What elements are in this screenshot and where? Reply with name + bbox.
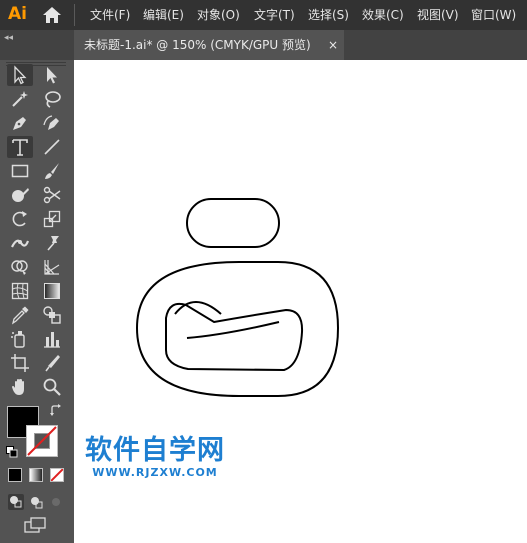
gradient-mode-button[interactable]	[29, 468, 43, 482]
draw-behind-icon	[31, 497, 43, 509]
draw-inside-button[interactable]	[48, 494, 64, 510]
scissors-tool-icon[interactable]	[39, 184, 65, 206]
selection-tool-icon[interactable]	[7, 64, 33, 86]
paintbrush-tool-icon[interactable]	[39, 160, 65, 182]
document-tab[interactable]: 未标题-1.ai* @ 150% (CMYK/GPU 预览) ×	[74, 30, 344, 60]
hand-tool-icon[interactable]	[7, 376, 33, 398]
menu-window[interactable]: 窗口(W)	[471, 0, 516, 30]
screen-mode-icon	[24, 517, 46, 533]
perspective-grid-tool-icon[interactable]	[39, 256, 65, 278]
magic-wand-tool-icon[interactable]	[7, 88, 33, 110]
none-slash-icon	[51, 469, 63, 481]
color-mode-button[interactable]	[8, 468, 22, 482]
panel-collapse-icon[interactable]: ◂◂	[4, 33, 13, 43]
line-segment-tool-icon[interactable]	[39, 136, 65, 158]
pen-tool-icon[interactable]	[7, 112, 33, 134]
slice-tool-icon[interactable]	[39, 352, 65, 374]
default-fill-stroke-icon[interactable]	[6, 446, 18, 458]
mesh-tool-icon[interactable]	[7, 280, 33, 302]
column-graph-tool-icon[interactable]	[39, 328, 65, 350]
document-tab-title: 未标题-1.ai* @ 150% (CMYK/GPU 预览)	[84, 38, 311, 52]
menu-select[interactable]: 选择(S)	[308, 0, 349, 30]
cap-shape[interactable]	[186, 198, 280, 248]
menu-separator	[74, 4, 75, 26]
no-stroke-slash-icon	[27, 426, 57, 456]
menu-type[interactable]: 文字(T)	[254, 0, 295, 30]
menu-bar: Ai 文件(F) 编辑(E) 对象(O) 文字(T) 选择(S) 效果(C) 视…	[0, 0, 527, 30]
zoom-tool-icon[interactable]	[39, 376, 65, 398]
accent-curve-middle[interactable]	[186, 321, 280, 339]
draw-behind-button[interactable]	[28, 494, 44, 510]
draw-normal-icon	[10, 496, 22, 508]
watermark-title: 软件自学网	[85, 435, 225, 466]
stroke-swatch[interactable]	[26, 425, 58, 457]
menu-object[interactable]: 对象(O)	[197, 0, 240, 30]
eyedropper-tool-icon[interactable]	[7, 304, 33, 326]
artboard-tool-icon[interactable]	[7, 352, 33, 374]
app-logo: Ai	[8, 4, 27, 24]
scale-tool-icon[interactable]	[39, 208, 65, 230]
swap-fill-stroke-icon[interactable]	[49, 404, 63, 418]
symbol-sprayer-tool-icon[interactable]	[7, 328, 33, 350]
width-tool-icon[interactable]	[7, 232, 33, 254]
bottle-outer-shape[interactable]	[135, 261, 340, 397]
screen-mode-button[interactable]	[22, 516, 50, 534]
direct-selection-tool-icon[interactable]	[39, 64, 65, 86]
puppet-warp-tool-icon[interactable]	[39, 232, 65, 254]
bottle-inner-shape[interactable]	[165, 302, 304, 372]
none-mode-button[interactable]	[50, 468, 64, 482]
close-tab-icon[interactable]: ×	[328, 30, 338, 60]
watermark-url: WWW.RJZXW.COM	[92, 466, 218, 479]
shaper-tool-icon[interactable]	[7, 184, 33, 206]
home-icon[interactable]	[42, 6, 62, 24]
rotate-tool-icon[interactable]	[7, 208, 33, 230]
draw-normal-button[interactable]	[8, 494, 24, 510]
blend-tool-icon[interactable]	[39, 304, 65, 326]
menu-effect[interactable]: 效果(C)	[362, 0, 404, 30]
tools-panel	[0, 60, 74, 543]
lasso-tool-icon[interactable]	[39, 88, 65, 110]
menu-view[interactable]: 视图(V)	[417, 0, 459, 30]
shape-builder-tool-icon[interactable]	[7, 256, 33, 278]
gradient-tool-icon[interactable]	[39, 280, 65, 302]
menu-file[interactable]: 文件(F)	[90, 0, 130, 30]
draw-inside-icon	[52, 498, 60, 506]
rectangle-tool-icon[interactable]	[7, 160, 33, 182]
curvature-tool-icon[interactable]	[39, 112, 65, 134]
menu-edit[interactable]: 编辑(E)	[143, 0, 184, 30]
type-tool-icon[interactable]	[7, 136, 33, 158]
